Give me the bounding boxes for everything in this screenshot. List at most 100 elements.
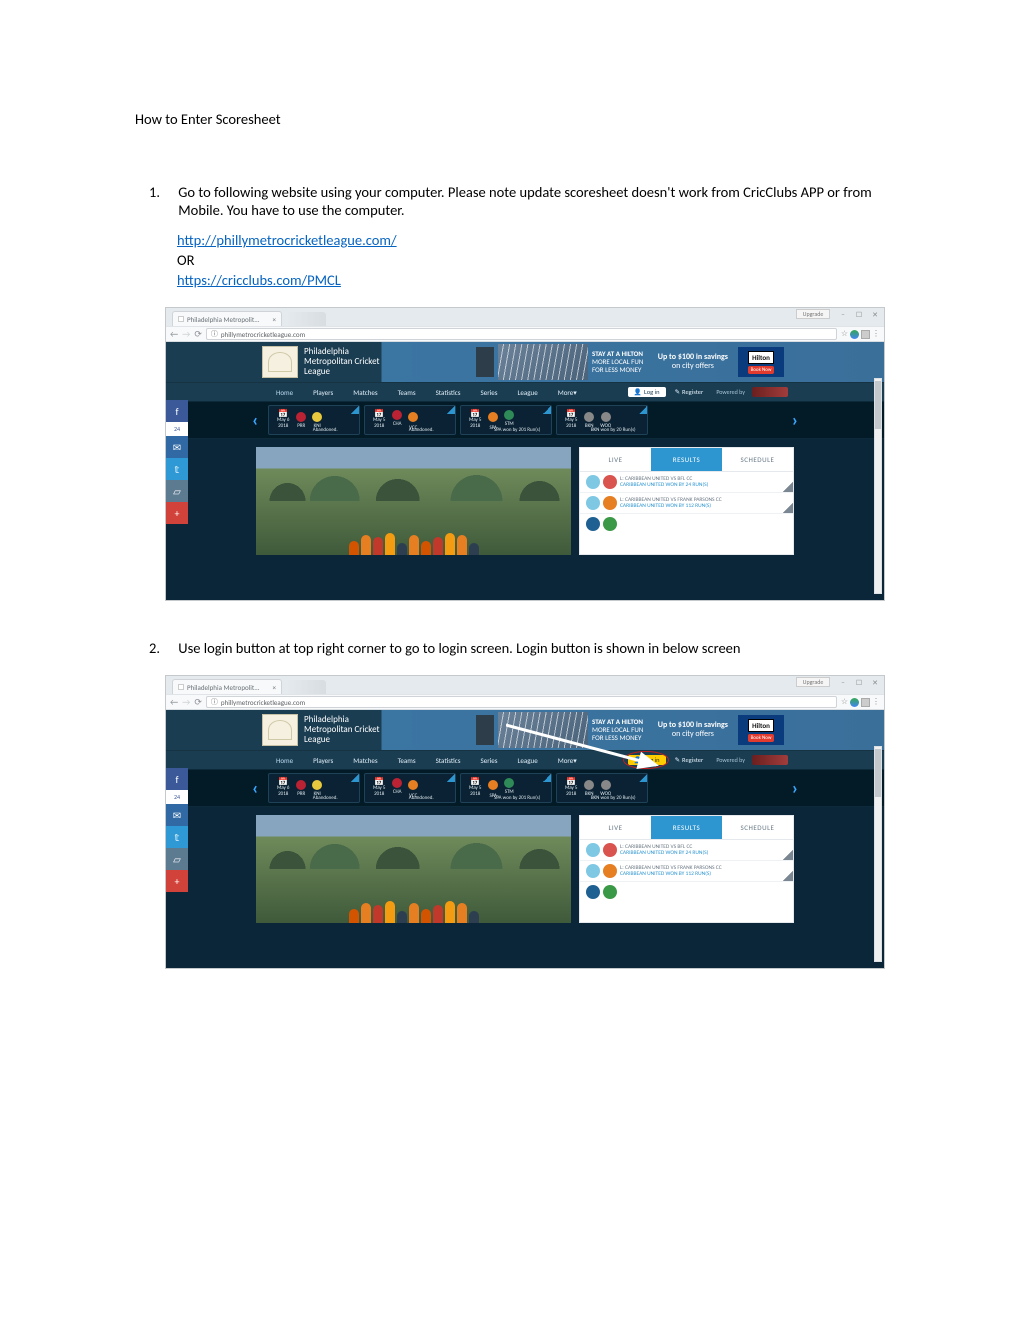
twitter-icon[interactable]: 𝕥 [166,458,188,480]
scrollbar-thumb[interactable] [875,749,881,797]
facebook-icon[interactable]: f [166,768,188,790]
scrollbar[interactable] [874,378,882,594]
site-info-icon[interactable]: ⓘ [211,329,218,339]
result-item-2[interactable]: L: CARIBBEAN UNITED VS FRANK PARSONS CC … [580,861,793,882]
extension-2-icon[interactable] [861,698,870,707]
tab-close-icon[interactable]: × [273,683,277,692]
reload-icon[interactable]: ⟳ [194,697,202,708]
nav-statistics[interactable]: Statistics [426,388,471,397]
register-button[interactable]: ✎ Register [669,388,710,396]
forward-icon[interactable]: → [182,329,190,340]
scrollbar-thumb[interactable] [875,381,881,429]
close-window-icon[interactable]: ✕ [868,309,882,319]
match-card-1[interactable]: 📅May 6 2018 PRR KNI Abandoned. [268,405,360,435]
match-card-4[interactable]: 📅May 5 2018 BKN WOO BKN won by 20 Run(s) [556,773,648,803]
facebook-icon[interactable]: f [166,400,188,422]
nav-home[interactable]: Home [266,388,303,397]
nav-players[interactable]: Players [303,388,343,397]
close-window-icon[interactable]: ✕ [868,677,882,687]
tab-live[interactable]: LIVE [580,448,651,472]
result-item-1[interactable]: L: CARIBBEAN UNITED VS BFL CC CARIBBEAN … [580,472,793,493]
bookmark-icon[interactable]: ☆ [841,697,848,707]
nav-more[interactable]: More▾ [548,756,587,765]
address-bar[interactable]: ⓘ phillymetrocricketleague.com [206,696,837,708]
link-phillymetro[interactable]: http://phillymetrocricketleague.com/ [177,231,397,249]
nav-matches[interactable]: Matches [343,756,387,765]
register-button[interactable]: ✎ Register [669,756,710,764]
login-button[interactable]: 👤 Log in [628,387,666,397]
cards-prev-icon[interactable]: ‹ [246,409,264,431]
nav-more[interactable]: More▾ [548,388,587,397]
result-item-1[interactable]: L: CARIBBEAN UNITED VS BFL CC CARIBBEAN … [580,840,793,861]
nav-teams[interactable]: Teams [388,388,426,397]
cards-next-icon[interactable]: › [786,409,804,431]
scrollbar[interactable] [874,746,882,962]
match-card-3[interactable]: 📅May 5 2018 SPA STM SPA won by 201 Run(s… [460,773,552,803]
plus-icon[interactable]: + [166,870,188,892]
link-cricclubs[interactable]: https://cricclubs.com/PMCL [177,271,341,289]
league-logo[interactable] [262,714,298,746]
league-logo[interactable] [262,346,298,378]
share-icon[interactable]: ▱ [166,480,188,502]
back-icon[interactable]: ← [170,329,178,340]
tab-close-icon[interactable]: × [273,315,277,324]
mail-icon[interactable]: ✉ [166,436,188,458]
nav-matches[interactable]: Matches [343,388,387,397]
tab-live[interactable]: LIVE [580,816,651,840]
browser-tab[interactable]: Philadelphia Metropolit... × [172,679,282,694]
plus-icon[interactable]: + [166,502,188,524]
nav-league[interactable]: League [507,756,547,765]
mail-icon[interactable]: ✉ [166,804,188,826]
book-now-button[interactable]: Book Now [748,734,775,742]
twitter-icon[interactable]: 𝕥 [166,826,188,848]
browser-menu-icon[interactable]: ⋮ [872,697,880,707]
nav-statistics[interactable]: Statistics [426,756,471,765]
browser-tab[interactable]: Philadelphia Metropolit... × [172,311,282,326]
match-card-4[interactable]: 📅May 5 2018 BKN WOO BKN won by 20 Run(s) [556,405,648,435]
panel-tabs: LIVE RESULTS SCHEDULE [580,816,793,840]
nav-series[interactable]: Series [471,388,508,397]
bookmark-icon[interactable]: ☆ [841,329,848,339]
book-now-button[interactable]: Book Now [748,366,775,374]
login-button[interactable]: 👤 Log in [628,755,666,765]
address-bar[interactable]: ⓘ phillymetrocricketleague.com [206,328,837,340]
tab-schedule[interactable]: SCHEDULE [722,448,793,472]
match-card-3[interactable]: 📅May 5 2018 SPA STM SPA won by 201 Run(s… [460,405,552,435]
cards-prev-icon[interactable]: ‹ [246,777,264,799]
cricclubs-logo[interactable] [752,755,788,765]
browser-menu-icon[interactable]: ⋮ [872,329,880,339]
site-info-icon[interactable]: ⓘ [211,697,218,707]
maximize-icon[interactable]: ☐ [852,677,866,687]
cricclubs-logo[interactable] [752,387,788,397]
cards-next-icon[interactable]: › [786,777,804,799]
new-tab-button[interactable] [286,312,326,326]
banner-ad[interactable]: STAY AT A HILTON MORE LOCAL FUN FOR LESS… [476,714,784,746]
forward-icon[interactable]: → [182,697,190,708]
extension-1-icon[interactable] [850,698,859,707]
nav-players[interactable]: Players [303,756,343,765]
banner-ad[interactable]: STAY AT A HILTON MORE LOCAL FUN FOR LESS… [476,346,784,378]
browser-window-1: Philadelphia Metropolit... × Upgrade – ☐… [165,307,885,601]
tab-schedule[interactable]: SCHEDULE [722,816,793,840]
nav-teams[interactable]: Teams [388,756,426,765]
tab-results[interactable]: RESULTS [651,816,722,840]
upgrade-button[interactable]: Upgrade [796,677,830,687]
match-card-2[interactable]: 📅May 5 2018 CHA VCC Abandoned. [364,773,456,803]
reload-icon[interactable]: ⟳ [194,329,202,340]
match-card-2[interactable]: 📅May 5 2018 CHA VCC Abandoned. [364,405,456,435]
nav-series[interactable]: Series [471,756,508,765]
tab-results[interactable]: RESULTS [651,448,722,472]
nav-home[interactable]: Home [266,756,303,765]
back-icon[interactable]: ← [170,697,178,708]
share-icon[interactable]: ▱ [166,848,188,870]
extension-1-icon[interactable] [850,330,859,339]
minimize-icon[interactable]: – [836,677,850,687]
new-tab-button[interactable] [286,680,326,694]
extension-2-icon[interactable] [861,330,870,339]
maximize-icon[interactable]: ☐ [852,309,866,319]
minimize-icon[interactable]: – [836,309,850,319]
match-card-1[interactable]: 📅May 6 2018 PRR KNI Abandoned. [268,773,360,803]
upgrade-button[interactable]: Upgrade [796,309,830,319]
nav-league[interactable]: League [507,388,547,397]
result-item-2[interactable]: L: CARIBBEAN UNITED VS FRANK PARSONS CC … [580,493,793,514]
